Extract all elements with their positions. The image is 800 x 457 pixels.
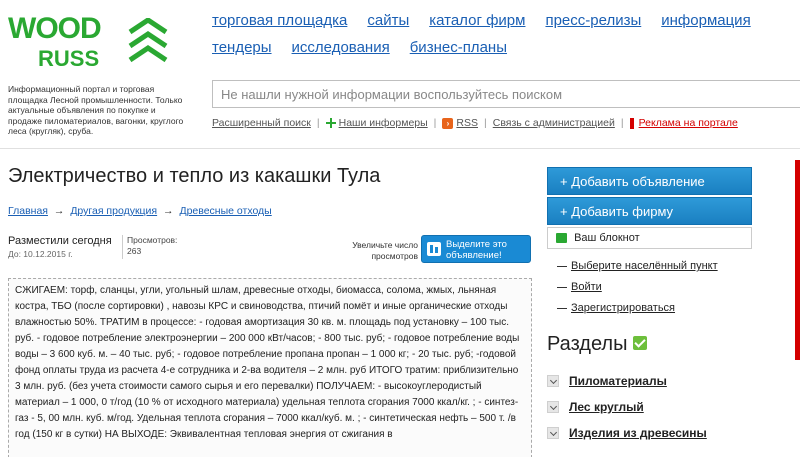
checkmark-icon (633, 335, 648, 350)
contact-admin-link[interactable]: Связь с администрацией (493, 117, 615, 129)
section-link-lumber[interactable]: Пиломатериалы (569, 374, 667, 388)
section-item-lumber[interactable]: Пиломатериалы (547, 368, 707, 394)
nav-link-business-plans[interactable]: бизнес-планы (410, 39, 507, 56)
login-link[interactable]: Войти (571, 281, 602, 293)
site-logo[interactable]: WOOD RUSS (8, 10, 178, 80)
register-link[interactable]: Зарегистрироваться (571, 302, 675, 314)
dash-icon (557, 286, 567, 288)
section-link-wood-products[interactable]: Изделия из древесины (569, 426, 707, 440)
logo-chevrons-icon (128, 18, 168, 63)
plus-icon (325, 118, 336, 128)
sections-heading-label: Разделы (547, 333, 628, 355)
list-item: Войти (557, 277, 718, 298)
sections-heading: Разделы (547, 333, 648, 356)
notebook-link[interactable]: Ваш блокнот (547, 227, 752, 249)
ad-marker-icon (629, 117, 634, 129)
separator: | (316, 117, 320, 129)
posted-label: Разместили сегодня (8, 235, 112, 247)
nav-link-catalog[interactable]: каталог фирм (429, 12, 525, 29)
nav-link-tenders[interactable]: тендеры (212, 39, 272, 56)
sections-list: Пиломатериалы Лес круглый Изделия из дре… (547, 368, 707, 446)
top-navigation: торговая площадка сайты каталог фирм пре… (212, 12, 792, 66)
list-item: Выберите населённый пункт (557, 256, 718, 277)
side-banner-edge (795, 160, 800, 360)
advertising-link[interactable]: Реклама на портале (639, 117, 738, 129)
choose-city-link[interactable]: Выберите населённый пункт (571, 260, 718, 272)
highlight-ad-button-label: Выделите это объявление! (446, 239, 507, 261)
views-count: 263 (127, 246, 142, 256)
breadcrumb-home[interactable]: Главная (8, 205, 48, 217)
posted-info: Разместили сегодня До: 10.12.2015 г. (8, 235, 120, 259)
highlight-ad-button[interactable]: Выделите это объявление! (421, 235, 531, 263)
section-item-wood-products[interactable]: Изделия из древесины (547, 420, 707, 446)
nav-link-research[interactable]: исследования (292, 39, 390, 56)
informers-link[interactable]: Наши информеры (339, 117, 428, 129)
chevron-down-icon[interactable] (547, 426, 559, 439)
top-nav-row-2: тендеры исследования бизнес-планы (212, 39, 792, 56)
ad-description: СЖИГАЕМ: торф, сланцы, угли, угольный шл… (8, 278, 532, 457)
posted-date: До: 10.12.2015 г. (8, 249, 73, 259)
views-label: Просмотров: (127, 235, 178, 245)
highlight-note: Увеличьте число просмотров (352, 240, 418, 261)
separator: | (484, 117, 487, 129)
breadcrumb-other-products[interactable]: Другая продукция (70, 205, 157, 217)
nav-link-press[interactable]: пресс-релизы (545, 12, 641, 29)
notebook-icon (556, 233, 567, 244)
dash-icon (557, 265, 567, 267)
rss-icon: › (442, 117, 454, 129)
chevron-down-icon[interactable] (547, 374, 559, 387)
notebook-label: Ваш блокнот (574, 232, 640, 244)
rss-link[interactable]: RSS (456, 117, 478, 129)
logo-word-russ: RUSS (38, 46, 100, 71)
breadcrumb-arrow-icon: → (163, 205, 174, 217)
add-firm-button[interactable]: + Добавить фирму (547, 197, 752, 225)
page-title: Электричество и тепло из какашки Тула (8, 165, 381, 187)
breadcrumb: Главная → Другая продукция → Древесные о… (8, 205, 272, 217)
account-links: Выберите населённый пункт Войти Зарегист… (557, 256, 718, 319)
nav-link-sites[interactable]: сайты (367, 12, 409, 29)
breadcrumb-wood-waste[interactable]: Древесные отходы (179, 205, 271, 217)
header-divider (0, 148, 800, 149)
add-ad-button[interactable]: + Добавить объявление (547, 167, 752, 195)
search-input[interactable]: Не нашли нужной информации воспользуйтес… (212, 80, 800, 108)
list-item: Зарегистрироваться (557, 298, 718, 319)
nav-link-marketplace[interactable]: торговая площадка (212, 12, 347, 29)
views-counter: Просмотров: 263 (122, 235, 177, 259)
separator: | (433, 117, 437, 129)
separator: | (620, 117, 624, 129)
site-tagline: Информационный портал и торговая площадк… (8, 84, 184, 136)
section-link-roundwood[interactable]: Лес круглый (569, 400, 644, 414)
nav-link-info[interactable]: информация (661, 12, 750, 29)
breadcrumb-arrow-icon: → (53, 205, 65, 217)
logo-word-wood: WOOD (8, 12, 102, 45)
section-item-roundwood[interactable]: Лес круглый (547, 394, 707, 420)
chart-icon (427, 242, 441, 256)
search-sublinks: Расширенный поиск | Наши информеры | › R… (212, 117, 738, 129)
chevron-down-icon[interactable] (547, 400, 559, 413)
advanced-search-link[interactable]: Расширенный поиск (212, 117, 311, 129)
dash-icon (557, 307, 567, 309)
top-nav-row-1: торговая площадка сайты каталог фирм пре… (212, 12, 792, 29)
